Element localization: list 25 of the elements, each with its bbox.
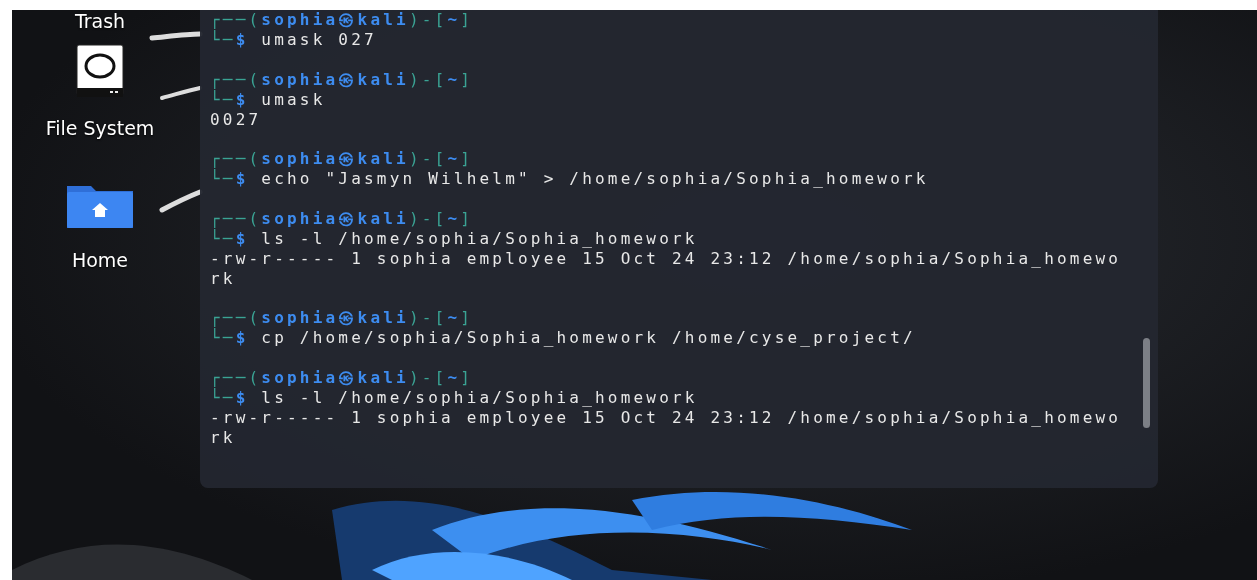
light-streak xyxy=(160,86,202,100)
command-line: └─$ ls -l /home/sophia/Sophia_homework xyxy=(210,387,699,408)
prompt-line: ┌──(sophia㉿kali)-[~] xyxy=(210,149,475,168)
command-line: └─$ cp /home/sophia/Sophia_homework /home/cyse_project/ xyxy=(210,328,917,348)
scrollbar[interactable] xyxy=(1143,338,1150,428)
drive-icon[interactable] xyxy=(76,43,124,98)
command-line: └─$ ls -l /home/sophia/Sophia_homework xyxy=(210,228,699,249)
command-line: └─$ umask xyxy=(210,89,327,110)
prompt-line: ┌──(sophia㉿kali)-[~] xyxy=(210,308,475,327)
icon-label[interactable]: Home xyxy=(71,245,129,274)
output-line: -rw-r----- 1 sophia employee 15 Oct 24 23:12 /home/sophia/Sophia_homewo xyxy=(210,248,1123,269)
icon-label[interactable]: File System xyxy=(45,113,155,142)
icon-label[interactable]: Trash xyxy=(74,10,126,32)
output-line: rk xyxy=(210,268,237,289)
light-streak xyxy=(149,31,203,41)
light-streak xyxy=(159,189,203,213)
output-line: 0027 xyxy=(210,109,263,130)
command-line: └─$ echo "Jasmyn Wilhelm" > /home/sophia/Sophia_homework xyxy=(210,169,930,189)
prompt-line: ┌──(sophia㉿kali)-[~] xyxy=(210,69,475,89)
command-line: └─$ umask 027 xyxy=(210,30,378,50)
prompt-line: ┌──(sophia㉿kali)-[~] xyxy=(210,10,475,29)
output-line: -rw-r----- 1 sophia employee 15 Oct 24 23:12 /home/sophia/Sophia_homewo xyxy=(210,407,1123,428)
prompt-line: ┌──(sophia㉿kali)-[~] xyxy=(210,208,475,228)
output-line: rk xyxy=(210,427,237,448)
prompt-line: ┌──(sophia㉿kali)-[~] xyxy=(210,367,475,387)
